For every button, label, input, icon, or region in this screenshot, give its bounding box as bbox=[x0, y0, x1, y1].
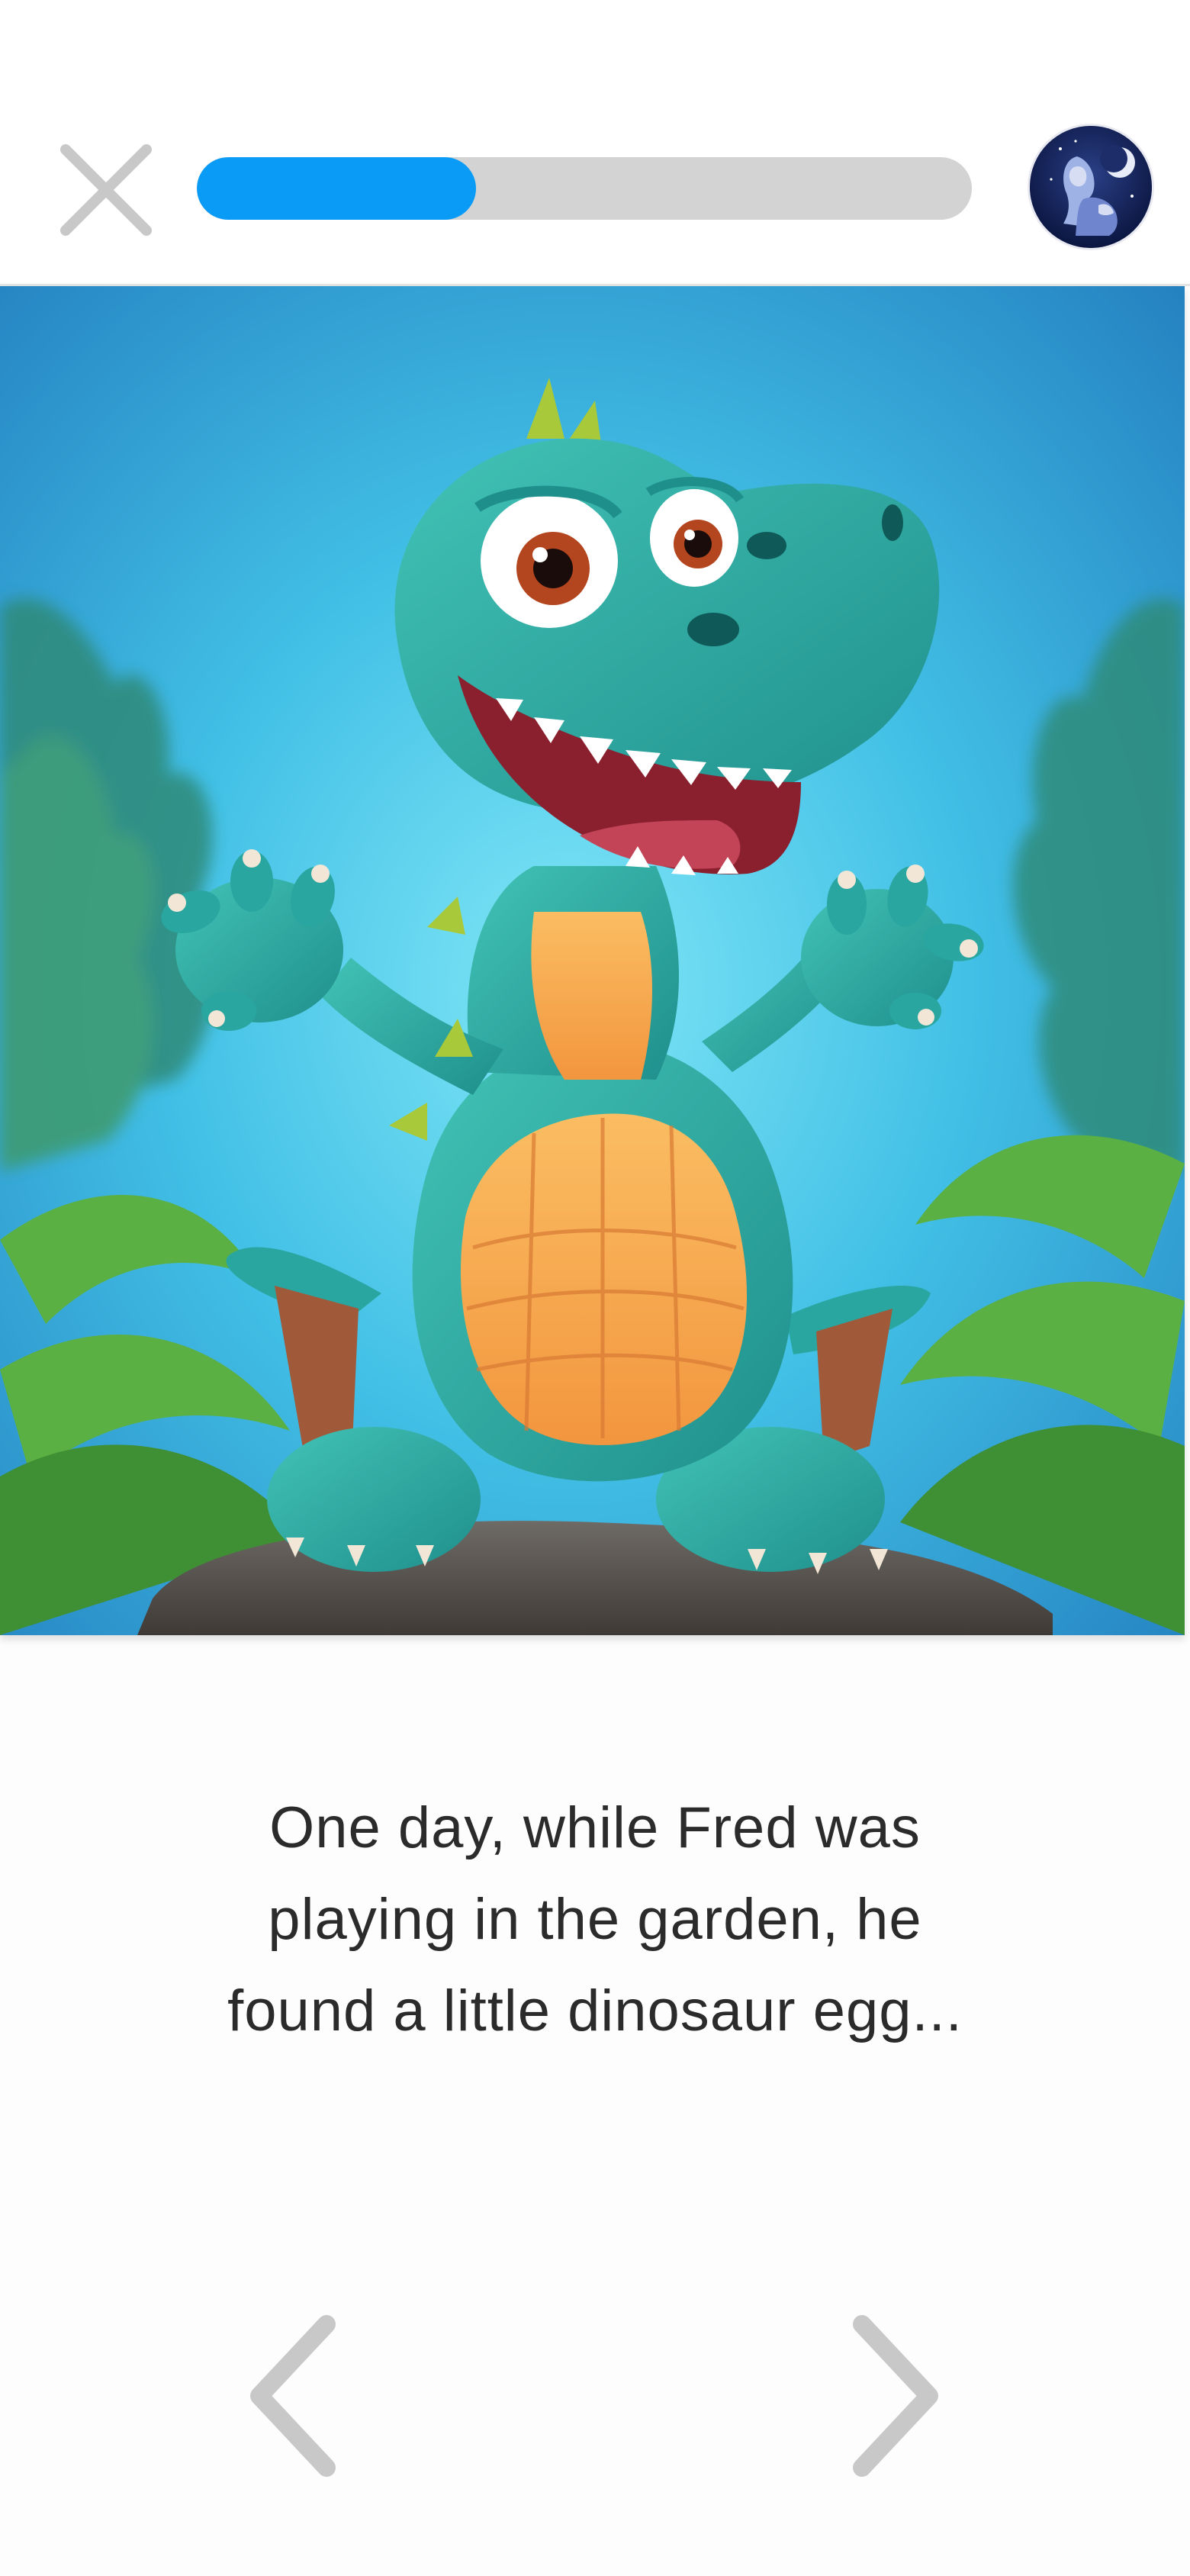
storyteller-avatar-icon bbox=[1030, 126, 1152, 248]
story-illustration bbox=[0, 286, 1185, 1635]
next-page-button[interactable] bbox=[839, 2312, 946, 2480]
storyteller-avatar[interactable] bbox=[1030, 126, 1152, 248]
story-text-line: playing in the garden, he bbox=[268, 1887, 922, 1952]
previous-page-button[interactable] bbox=[243, 2312, 349, 2480]
story-text-line: One day, while Fred was bbox=[269, 1795, 921, 1860]
story-text-line: found a little dinosaur egg... bbox=[227, 1979, 963, 2043]
story-text: One day, while Fred was playing in the g… bbox=[137, 1782, 1053, 2057]
close-icon bbox=[60, 144, 152, 236]
chevron-left-icon bbox=[250, 2315, 336, 2477]
top-bar bbox=[0, 0, 1190, 286]
close-button[interactable] bbox=[60, 143, 153, 237]
cartoon-dinosaur-illustration bbox=[0, 286, 1185, 1635]
story-progress-fill bbox=[197, 157, 476, 220]
story-progress-bar bbox=[197, 157, 972, 220]
chevron-right-icon bbox=[853, 2315, 938, 2477]
